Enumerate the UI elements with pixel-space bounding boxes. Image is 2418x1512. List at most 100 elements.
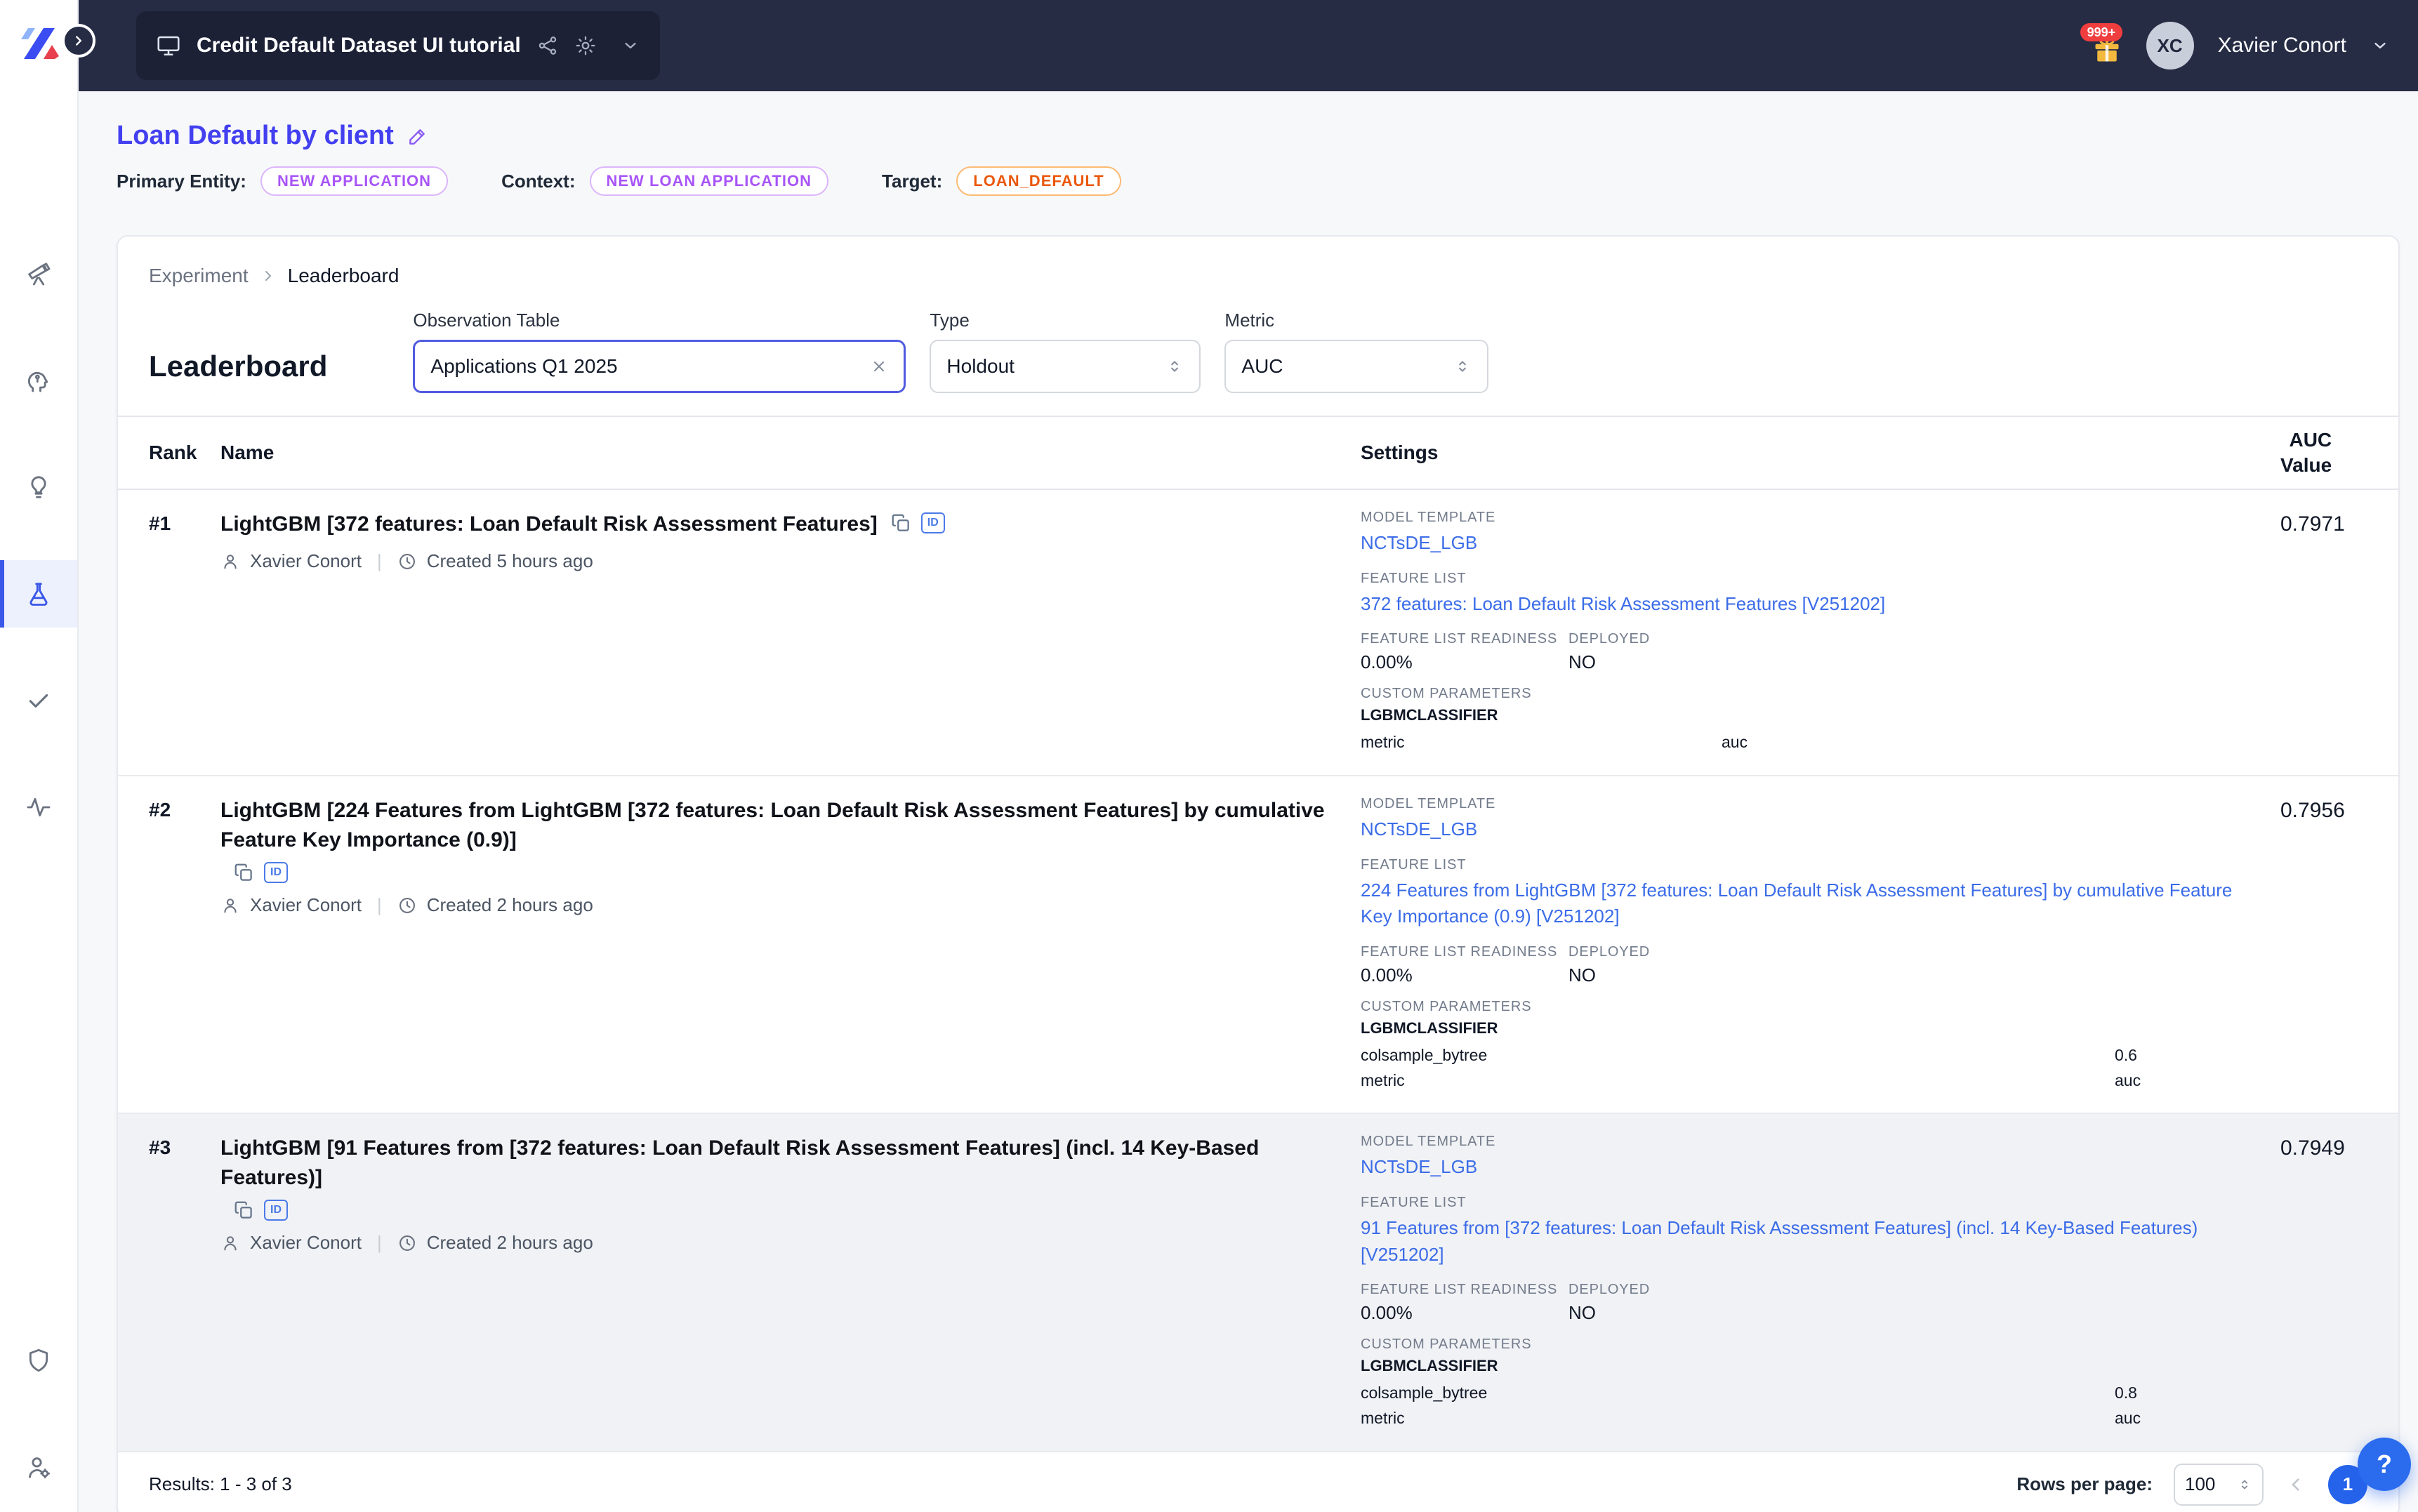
copy-icon[interactable] bbox=[233, 1200, 254, 1221]
sidebar-expand-button[interactable] bbox=[62, 24, 95, 58]
header-rank: Rank bbox=[149, 442, 220, 464]
top-bar: Credit Default Dataset UI tutorial 999+ bbox=[79, 0, 2418, 91]
model-template-link[interactable]: NCTsDE_LGB bbox=[1361, 816, 2252, 843]
created-time: Created 2 hours ago bbox=[427, 894, 593, 916]
observation-table-input[interactable]: Applications Q1 2025 bbox=[413, 340, 906, 393]
classifier-name: LGBMCLASSIFIER bbox=[1361, 1357, 2252, 1375]
leaderboard-controls: Leaderboard Observation Table Applicatio… bbox=[118, 287, 2398, 393]
telescope-icon bbox=[25, 260, 53, 288]
clock-icon bbox=[397, 1233, 417, 1253]
sidebar-item-validation[interactable] bbox=[0, 667, 77, 734]
auc-value: 0.7956 bbox=[2280, 796, 2381, 1093]
model-template-link[interactable]: NCTsDE_LGB bbox=[1361, 530, 2252, 557]
classifier-name: LGBMCLASSIFIER bbox=[1361, 706, 2252, 724]
model-name: LightGBM [224 Features from LightGBM [37… bbox=[220, 799, 1325, 851]
rows-per-page-stepper[interactable]: 100 bbox=[2174, 1464, 2264, 1506]
chevron-down-icon[interactable] bbox=[621, 36, 640, 55]
table-row[interactable]: #3 LightGBM [91 Features from [372 featu… bbox=[118, 1114, 2398, 1452]
header-name: Name bbox=[220, 442, 1361, 464]
param-name: metric bbox=[1361, 1068, 2115, 1094]
table-row[interactable]: #2 LightGBM [224 Features from LightGBM … bbox=[118, 776, 2398, 1114]
clear-icon[interactable] bbox=[870, 357, 888, 376]
chevron-right-icon bbox=[260, 267, 277, 284]
settings-cell: MODEL TEMPLATE NCTsDE_LGB FEATURE LIST 2… bbox=[1361, 796, 2280, 1093]
target-label: Target: bbox=[882, 171, 942, 192]
table-footer: Results: 1 - 3 of 3 Rows per page: 100 bbox=[118, 1452, 2398, 1512]
notification-badge: 999+ bbox=[2080, 23, 2123, 41]
metric-select[interactable]: AUC bbox=[1224, 340, 1488, 393]
param-name: metric bbox=[1361, 730, 1722, 755]
divider: | bbox=[377, 894, 382, 916]
param-name: colsample_bytree bbox=[1361, 1381, 2115, 1406]
user-menu-chevron-icon[interactable] bbox=[2370, 36, 2390, 55]
sidebar-item-admin[interactable] bbox=[0, 1433, 77, 1501]
id-icon[interactable]: ID bbox=[264, 862, 288, 883]
created-time: Created 2 hours ago bbox=[427, 1232, 593, 1254]
project-title: Credit Default Dataset UI tutorial bbox=[197, 34, 521, 58]
model-name: LightGBM [372 features: Loan Default Ris… bbox=[220, 512, 878, 536]
id-icon[interactable]: ID bbox=[921, 512, 945, 533]
param-value: 0.8 bbox=[2115, 1381, 2137, 1406]
readiness-value: 0.00% bbox=[1361, 651, 1568, 673]
deployed-value: NO bbox=[1568, 651, 2252, 673]
primary-entity-label: Primary Entity: bbox=[117, 171, 246, 192]
project-selector[interactable]: Credit Default Dataset UI tutorial bbox=[136, 11, 660, 80]
page-title: Loan Default by client bbox=[117, 121, 394, 151]
edit-icon[interactable] bbox=[407, 125, 429, 147]
context-label: Context: bbox=[501, 171, 575, 192]
breadcrumb-leaderboard: Leaderboard bbox=[288, 265, 399, 287]
model-name: LightGBM [91 Features from [372 features… bbox=[220, 1136, 1259, 1189]
readiness-value: 0.00% bbox=[1361, 1302, 1568, 1324]
share-icon[interactable] bbox=[536, 34, 559, 57]
observation-table-label: Observation Table bbox=[413, 310, 906, 331]
previous-page-button[interactable] bbox=[2285, 1473, 2307, 1496]
sidebar-item-governance[interactable] bbox=[0, 1327, 77, 1394]
param-value: auc bbox=[2115, 1406, 2141, 1431]
avatar[interactable]: XC bbox=[2146, 22, 2194, 69]
breadcrumb-experiment[interactable]: Experiment bbox=[149, 265, 249, 287]
rewards-button[interactable]: 999+ bbox=[2092, 26, 2122, 65]
auc-value: 0.7971 bbox=[2280, 510, 2381, 755]
check-icon bbox=[25, 687, 53, 715]
sidebar-item-experiments[interactable] bbox=[0, 560, 77, 628]
help-button[interactable]: ? bbox=[2358, 1438, 2411, 1491]
deployed-value: NO bbox=[1568, 964, 2252, 986]
target-pill[interactable]: LOAN_DEFAULT bbox=[956, 166, 1121, 196]
sidebar-item-insights[interactable] bbox=[0, 453, 77, 521]
param-value: 0.6 bbox=[2115, 1043, 2137, 1068]
app-logo[interactable] bbox=[15, 20, 63, 67]
unfold-icon[interactable] bbox=[2237, 1477, 2252, 1492]
sidebar-item-ai[interactable] bbox=[0, 347, 77, 414]
type-select[interactable]: Holdout bbox=[930, 340, 1201, 393]
feature-list-link[interactable]: 224 Features from LightGBM [372 features… bbox=[1361, 877, 2252, 930]
type-label: Type bbox=[930, 310, 1201, 331]
primary-entity-pill[interactable]: NEW APPLICATION bbox=[260, 166, 448, 196]
copy-icon[interactable] bbox=[233, 862, 254, 883]
sidebar-item-explore[interactable] bbox=[0, 240, 77, 307]
copy-icon[interactable] bbox=[890, 512, 911, 533]
breadcrumb: Experiment Leaderboard bbox=[118, 237, 2398, 287]
param-value: auc bbox=[1722, 730, 1748, 755]
activity-icon bbox=[25, 793, 53, 821]
sidebar-item-activity[interactable] bbox=[0, 774, 77, 841]
model-template-link[interactable]: NCTsDE_LGB bbox=[1361, 1154, 2252, 1181]
param-name: metric bbox=[1361, 1406, 2115, 1431]
table-row[interactable]: #1 LightGBM [372 features: Loan Default … bbox=[118, 490, 2398, 776]
lightbulb-icon bbox=[25, 473, 53, 501]
leaderboard-heading: Leaderboard bbox=[149, 350, 327, 383]
user-gear-icon bbox=[25, 1453, 53, 1481]
feature-list-link[interactable]: 372 features: Loan Default Risk Assessme… bbox=[1361, 591, 2252, 618]
feature-list-link[interactable]: 91 Features from [372 features: Loan Def… bbox=[1361, 1215, 2252, 1268]
sidebar bbox=[0, 0, 79, 1512]
head-ai-icon bbox=[25, 366, 53, 394]
rank-cell: #2 bbox=[149, 796, 220, 1093]
divider: | bbox=[377, 550, 382, 572]
auc-value: 0.7949 bbox=[2280, 1134, 2381, 1431]
context-pill[interactable]: NEW LOAN APPLICATION bbox=[590, 166, 829, 196]
shield-icon bbox=[25, 1346, 53, 1374]
gear-icon[interactable] bbox=[574, 34, 597, 57]
user-icon bbox=[220, 552, 240, 571]
results-count: Results: 1 - 3 of 3 bbox=[149, 1473, 292, 1495]
user-name: Xavier Conort bbox=[2218, 34, 2346, 58]
id-icon[interactable]: ID bbox=[264, 1200, 288, 1221]
